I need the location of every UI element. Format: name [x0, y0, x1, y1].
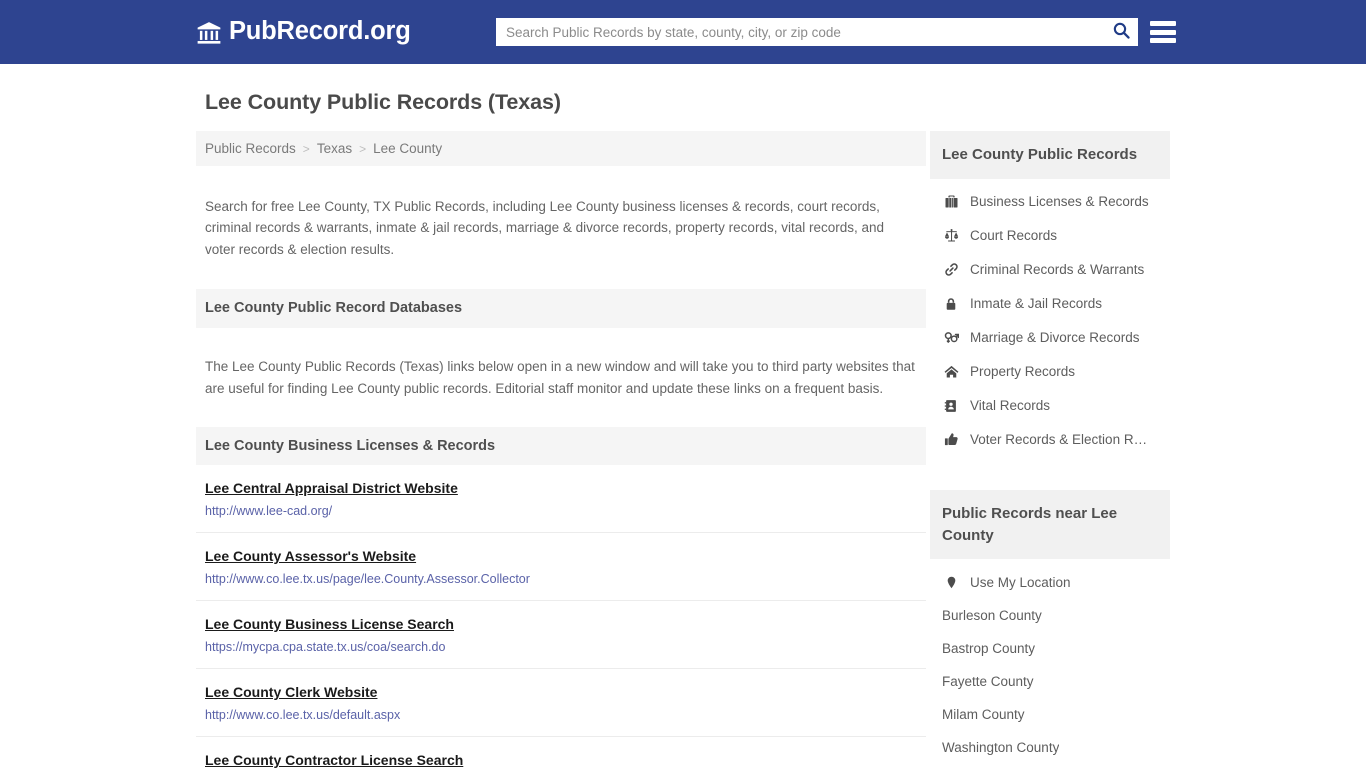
- sidebar-item-label: Court Records: [970, 228, 1058, 244]
- breadcrumb-separator-icon: >: [359, 141, 367, 156]
- intro-paragraph: Search for free Lee County, TX Public Re…: [205, 198, 884, 258]
- chain-link-icon: [942, 262, 960, 278]
- databases-section-body: The Lee County Public Records (Texas) li…: [205, 359, 915, 396]
- sidebar-item-fayette-county[interactable]: Fayette County: [930, 665, 1170, 698]
- sidebar-item-marriage-divorce-records[interactable]: Marriage & Divorce Records: [930, 321, 1170, 355]
- breadcrumb-item-lee-county[interactable]: Lee County: [373, 141, 442, 156]
- list-item: Lee County Business License Search https…: [196, 601, 926, 670]
- databases-section-heading: Lee County Public Record Databases: [196, 288, 926, 328]
- sidebar-item-label: Burleson County: [942, 608, 1042, 624]
- sidebar-item-label: Bastrop County: [942, 641, 1036, 657]
- main-content-column: Public Records > Texas > Lee County Sear…: [196, 131, 926, 768]
- record-link-title[interactable]: Lee County Clerk Website: [205, 684, 377, 700]
- search-input[interactable]: [496, 18, 1104, 46]
- sidebar-item-label: Business Licenses & Records: [970, 194, 1149, 210]
- sidebar-item-burleson-county[interactable]: Burleson County: [930, 599, 1170, 632]
- record-link-title[interactable]: Lee County Business License Search: [205, 616, 454, 632]
- site-brand-name: PubRecord.org: [229, 17, 411, 46]
- sidebar-item-label: Washington County: [942, 740, 1060, 756]
- sidebar-near-block: Public Records near Lee County Use My Lo…: [930, 489, 1170, 768]
- business-section-heading: Lee County Business Licenses & Records: [196, 427, 926, 466]
- sidebar-records-heading: Lee County Public Records: [930, 131, 1170, 179]
- site-logo-link[interactable]: PubRecord.org: [196, 18, 411, 46]
- id-card-icon: [942, 398, 960, 414]
- content-columns: Public Records > Texas > Lee County Sear…: [196, 131, 1170, 768]
- record-link-url[interactable]: http://www.lee-cad.org/: [205, 504, 917, 518]
- sidebar-item-label: Fayette County: [942, 674, 1034, 690]
- lock-icon: [942, 296, 960, 312]
- bank-building-icon: [196, 20, 222, 46]
- sidebar-item-property-records[interactable]: Property Records: [930, 355, 1170, 389]
- search-bar: [496, 18, 1138, 46]
- map-pin-icon: [942, 574, 960, 590]
- sidebar-item-bastrop-county[interactable]: Bastrop County: [930, 632, 1170, 665]
- record-link-title[interactable]: Lee County Contractor License Search: [205, 752, 463, 768]
- sidebar-near-heading: Public Records near Lee County: [930, 489, 1170, 560]
- sidebar-item-label: Criminal Records & Warrants: [970, 262, 1145, 278]
- sidebar-near-list: Use My Location Burleson County Bastrop …: [930, 559, 1170, 768]
- sidebar-item-business-licenses[interactable]: Business Licenses & Records: [930, 185, 1170, 219]
- business-link-list: Lee Central Appraisal District Website h…: [196, 465, 926, 768]
- sidebar-records-list: Business Licenses & Records Court Record…: [930, 179, 1170, 467]
- record-link-url[interactable]: http://www.co.lee.tx.us/page/lee.County.…: [205, 572, 917, 586]
- thumbs-up-icon: [942, 432, 960, 448]
- scales-of-justice-icon: [942, 228, 960, 244]
- sidebar-item-vital-records[interactable]: Vital Records: [930, 389, 1170, 423]
- page-container: Lee County Public Records (Texas) Public…: [0, 64, 1366, 768]
- record-link-title[interactable]: Lee Central Appraisal District Website: [205, 480, 458, 496]
- breadcrumb-item-texas[interactable]: Texas: [317, 141, 352, 156]
- record-link-url[interactable]: http://www.co.lee.tx.us/default.aspx: [205, 708, 917, 722]
- sidebar-item-label: Marriage & Divorce Records: [970, 330, 1140, 346]
- sidebar-item-criminal-records[interactable]: Criminal Records & Warrants: [930, 253, 1170, 287]
- list-item: Lee County Clerk Website http://www.co.l…: [196, 669, 926, 738]
- sidebar-item-label: Voter Records & Election R…: [970, 432, 1148, 448]
- list-item: Lee Central Appraisal District Website h…: [196, 465, 926, 534]
- sidebar: Lee County Public Records Business Licen…: [930, 131, 1170, 768]
- sidebar-item-voter-records[interactable]: Voter Records & Election R…: [930, 423, 1170, 457]
- venus-mars-icon: [942, 330, 960, 346]
- hamburger-bar: [1150, 21, 1176, 26]
- home-icon: [942, 364, 960, 380]
- breadcrumb-item-public-records[interactable]: Public Records: [205, 141, 296, 156]
- sidebar-item-use-my-location[interactable]: Use My Location: [930, 565, 1170, 599]
- hamburger-bar: [1150, 29, 1176, 35]
- sidebar-item-milam-county[interactable]: Milam County: [930, 698, 1170, 731]
- sidebar-item-label: Use My Location: [970, 574, 1071, 590]
- breadcrumb: Public Records > Texas > Lee County: [196, 131, 926, 166]
- record-link-url[interactable]: https://mycpa.cpa.state.tx.us/coa/search…: [205, 640, 917, 654]
- briefcase-icon: [942, 194, 960, 210]
- hamburger-menu-icon[interactable]: [1150, 19, 1176, 45]
- sidebar-item-label: Milam County: [942, 707, 1025, 723]
- sidebar-item-court-records[interactable]: Court Records: [930, 219, 1170, 253]
- hamburger-bar: [1150, 38, 1176, 43]
- sidebar-item-label: Vital Records: [970, 398, 1051, 414]
- sidebar-item-label: Property Records: [970, 364, 1076, 380]
- sidebar-item-label: Inmate & Jail Records: [970, 296, 1103, 312]
- page-title: Lee County Public Records (Texas): [205, 90, 561, 114]
- sidebar-item-inmate-jail-records[interactable]: Inmate & Jail Records: [930, 287, 1170, 321]
- list-item: Lee County Assessor's Website http://www…: [196, 533, 926, 602]
- list-item: Lee County Contractor License Search htt…: [196, 737, 926, 768]
- record-link-title[interactable]: Lee County Assessor's Website: [205, 548, 416, 564]
- top-navigation-bar: PubRecord.org: [0, 0, 1366, 64]
- search-button[interactable]: [1104, 18, 1138, 46]
- search-icon: [1112, 21, 1131, 43]
- breadcrumb-separator-icon: >: [302, 141, 310, 156]
- sidebar-item-washington-county[interactable]: Washington County: [930, 731, 1170, 764]
